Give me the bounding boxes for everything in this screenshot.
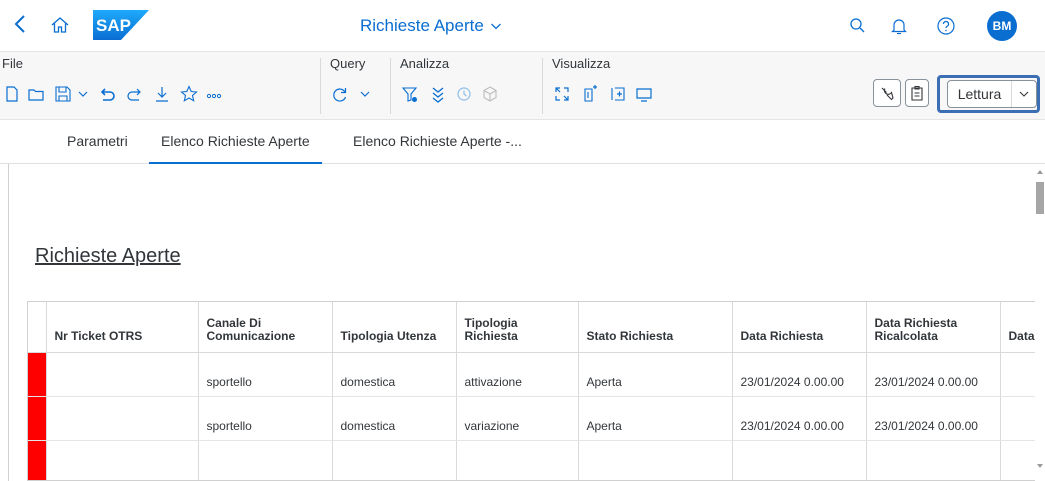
add-panel-icon[interactable] bbox=[608, 84, 628, 104]
row-status-indicator bbox=[28, 352, 47, 397]
toolbar-separator bbox=[320, 58, 321, 114]
tab-bar: Parametri Elenco Richieste Aperte Elenco… bbox=[0, 120, 1045, 164]
column-header-indicator bbox=[28, 302, 47, 353]
open-folder-icon[interactable] bbox=[26, 84, 46, 104]
wrench-icon bbox=[881, 87, 894, 101]
toolbar: File Query Analizza Visualizza Lettura bbox=[0, 52, 1045, 120]
column-header[interactable]: Tipologia Richiesta bbox=[456, 302, 579, 353]
table-cell: variazione bbox=[456, 396, 579, 441]
user-avatar[interactable]: BM bbox=[987, 11, 1017, 41]
scroll-up-icon[interactable] bbox=[1037, 170, 1043, 174]
table-cell: 23/01/2024 0.00.00 bbox=[732, 396, 867, 441]
redo-icon[interactable] bbox=[124, 84, 144, 104]
chevron-down-icon[interactable] bbox=[73, 84, 93, 104]
filter-icon[interactable] bbox=[400, 84, 420, 104]
group-label-query: Query bbox=[330, 56, 366, 71]
chevron-down-icon bbox=[490, 23, 501, 30]
table-cell: domestica bbox=[332, 396, 457, 441]
table-cell: 23/01/2024 0.00.00 bbox=[866, 396, 1001, 441]
table-cell bbox=[46, 396, 199, 441]
table-cell bbox=[732, 440, 867, 480]
group-label-file: File bbox=[2, 56, 23, 71]
table-row[interactable]: sportello domestica variazione Aperta 23… bbox=[28, 396, 1035, 441]
column-header[interactable]: Tipologia Utenza bbox=[332, 302, 457, 353]
table-cell bbox=[46, 440, 199, 480]
app-title-menu[interactable]: Richieste Aperte bbox=[360, 14, 502, 38]
report-table: Nr Ticket OTRS Canale Di Comunicazione T… bbox=[27, 301, 1035, 481]
clipboard-icon bbox=[911, 85, 923, 101]
history-icon bbox=[454, 84, 474, 104]
undo-icon[interactable] bbox=[98, 84, 118, 104]
column-header[interactable]: Canale Di Comunicazione bbox=[198, 302, 333, 353]
table-cell bbox=[578, 440, 733, 480]
overflow-icon[interactable] bbox=[204, 84, 224, 104]
tab-elenco-richieste-aperte-2[interactable]: Elenco Richieste Aperte -... bbox=[353, 133, 522, 164]
column-header[interactable]: Data Richiesta bbox=[732, 302, 867, 353]
vertical-scrollbar[interactable] bbox=[1035, 164, 1045, 481]
toolbar-separator bbox=[542, 58, 543, 114]
scroll-thumb[interactable] bbox=[1036, 182, 1044, 214]
report-canvas: Richieste Aperte Nr Ticket OTRS Canale D… bbox=[8, 164, 1035, 481]
drill-down-icon[interactable] bbox=[428, 84, 448, 104]
tab-elenco-richieste-aperte[interactable]: Elenco Richieste Aperte bbox=[149, 133, 322, 164]
shell-bar: SAP ® Richieste Aperte BM bbox=[0, 0, 1045, 52]
svg-text:®: ® bbox=[132, 32, 137, 39]
table-cell: domestica bbox=[332, 352, 457, 397]
toolbar-separator bbox=[390, 58, 391, 114]
row-status-indicator bbox=[28, 396, 47, 441]
tab-parametri[interactable]: Parametri bbox=[67, 133, 128, 164]
back-icon[interactable] bbox=[14, 14, 34, 36]
table-cell: attivazione bbox=[456, 352, 579, 397]
table-cell bbox=[198, 440, 333, 480]
table-cell bbox=[456, 440, 579, 480]
table-cell: 23/01/2024 0.00.00 bbox=[732, 352, 867, 397]
column-header[interactable]: Stato Richiesta bbox=[578, 302, 733, 353]
column-header[interactable]: Data bbox=[1000, 302, 1035, 353]
screen-icon[interactable] bbox=[634, 84, 654, 104]
table-cell bbox=[332, 440, 457, 480]
home-icon[interactable] bbox=[50, 15, 70, 35]
table-cell bbox=[1000, 440, 1035, 480]
table-header-row: Nr Ticket OTRS Canale Di Comunicazione T… bbox=[28, 302, 1035, 353]
clipboard-button[interactable] bbox=[905, 79, 929, 107]
table-row[interactable]: sportello domestica attivazione Aperta 2… bbox=[28, 352, 1035, 397]
search-icon[interactable] bbox=[847, 15, 869, 37]
mode-select-value: Lettura bbox=[948, 81, 1012, 107]
row-status-indicator bbox=[28, 440, 47, 480]
table-cell: Aperta bbox=[578, 396, 733, 441]
table-cell: Aperta bbox=[578, 352, 733, 397]
table-cell: sportello bbox=[198, 396, 333, 441]
table-cell: sportello bbox=[198, 352, 333, 397]
table-row[interactable] bbox=[28, 440, 1035, 480]
table-cell bbox=[1000, 352, 1035, 397]
sap-logo: SAP ® bbox=[93, 10, 149, 40]
tools-button[interactable] bbox=[873, 79, 901, 107]
expand-icon[interactable] bbox=[552, 84, 572, 104]
column-header[interactable]: Data Richiesta Ricalcolata bbox=[866, 302, 1001, 353]
scroll-down-icon[interactable] bbox=[1037, 464, 1043, 468]
bell-icon[interactable] bbox=[888, 15, 910, 37]
group-label-analizza: Analizza bbox=[400, 56, 450, 71]
svg-text:SAP: SAP bbox=[96, 16, 131, 35]
new-document-icon[interactable] bbox=[2, 84, 22, 104]
star-icon[interactable] bbox=[179, 84, 199, 104]
table-cell: 23/01/2024 0.00.00 bbox=[866, 352, 1001, 397]
refresh-icon[interactable] bbox=[330, 84, 350, 104]
table-cell bbox=[1000, 396, 1035, 441]
insert-chart-icon[interactable] bbox=[580, 84, 600, 104]
cube-icon bbox=[480, 84, 500, 104]
table-cell bbox=[866, 440, 1001, 480]
column-header[interactable]: Nr Ticket OTRS bbox=[46, 302, 199, 353]
mode-select[interactable]: Lettura bbox=[947, 80, 1037, 108]
chevron-down-icon[interactable] bbox=[1012, 81, 1036, 107]
chevron-down-icon[interactable] bbox=[355, 84, 375, 104]
report-title: Richieste Aperte bbox=[35, 245, 181, 267]
group-label-visualizza: Visualizza bbox=[552, 56, 611, 71]
download-icon[interactable] bbox=[152, 84, 172, 104]
help-icon[interactable] bbox=[935, 15, 957, 37]
table-cell bbox=[46, 352, 199, 397]
app-title: Richieste Aperte bbox=[360, 16, 484, 35]
save-icon[interactable] bbox=[53, 84, 73, 104]
